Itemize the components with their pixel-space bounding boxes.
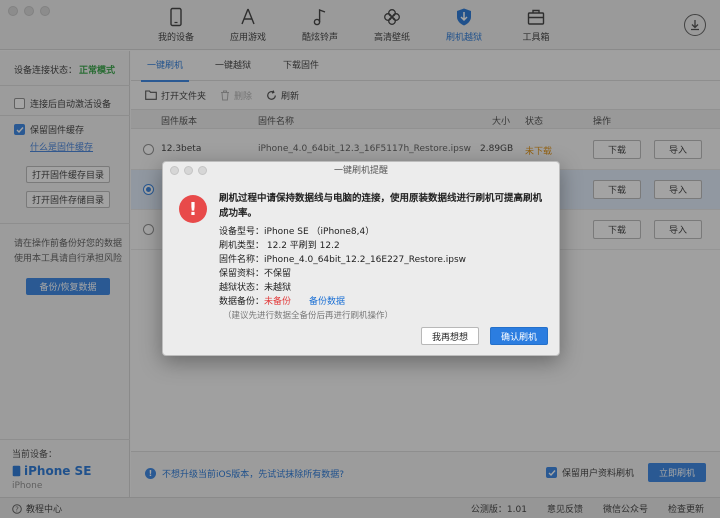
device-model-line: 设备型号：iPhone SE （iPhone8,4） bbox=[219, 227, 375, 237]
flash-type-line: 刷机类型： 12.2 平刷到 12.2 bbox=[219, 241, 340, 251]
flash-confirm-dialog: 一键刷机提醒 ! 刷机过程中请保持数据线与电脑的连接，使用原装数据线进行刷机可提… bbox=[162, 161, 560, 356]
backup-hint: （建议先进行数据全备份后再进行刷机操作） bbox=[223, 311, 394, 321]
jailbreak-status-line: 越狱状态：未越狱 bbox=[219, 283, 292, 293]
alert-icon: ! bbox=[179, 195, 207, 223]
data-backup-line: 数据备份：未备份 备份数据 bbox=[219, 297, 346, 307]
app-window: 我的设备 应用游戏 酷炫铃声 高清壁纸 刷机越狱 工具箱 设备连接状态： 正常模… bbox=[0, 0, 720, 518]
confirm-flash-button[interactable]: 确认刷机 bbox=[490, 327, 548, 345]
dialog-title: 一键刷机提醒 bbox=[333, 166, 388, 176]
backup-data-link[interactable]: 备份数据 bbox=[309, 297, 345, 307]
dialog-heading: 刷机过程中请保持数据线与电脑的连接，使用原装数据线进行刷机可提高刷机成功率。 bbox=[219, 193, 543, 219]
firmware-name-line: 固件名称：iPhone_4.0_64bit_12.2_16E227_Restor… bbox=[219, 255, 467, 265]
cancel-button[interactable]: 我再想想 bbox=[421, 327, 479, 345]
keep-data-line: 保留资料：不保留 bbox=[219, 269, 292, 279]
dialog-details: 设备型号：iPhone SE （iPhone8,4） 刷机类型： 12.2 平刷… bbox=[219, 225, 466, 323]
backup-status: 未备份 bbox=[264, 297, 292, 307]
